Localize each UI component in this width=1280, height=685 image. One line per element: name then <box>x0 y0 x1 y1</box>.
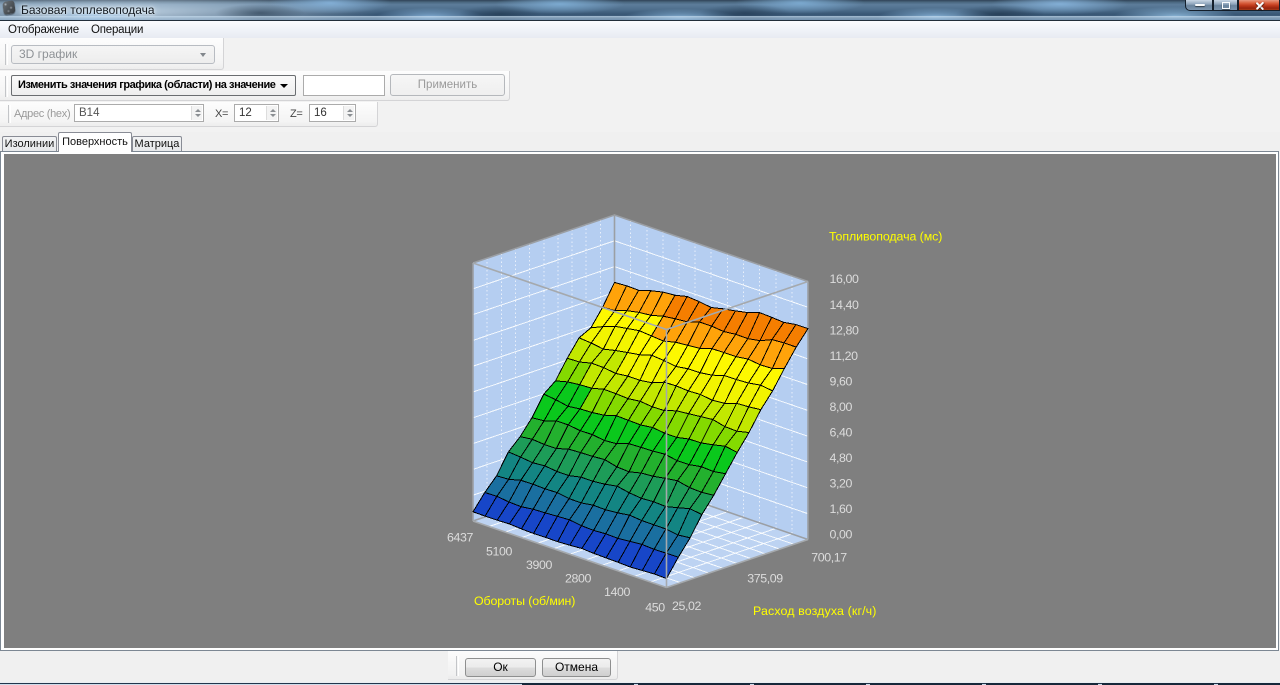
svg-text:450: 450 <box>645 600 665 614</box>
svg-text:1,60: 1,60 <box>830 502 853 516</box>
svg-text:12,80: 12,80 <box>830 323 860 337</box>
svg-text:1400: 1400 <box>604 585 630 599</box>
svg-text:25,02: 25,02 <box>672 599 702 613</box>
svg-text:14,40: 14,40 <box>830 298 860 312</box>
svg-text:Топливоподача (мс): Топливоподача (мс) <box>829 230 942 244</box>
svg-text:Обороты (об/мин): Обороты (об/мин) <box>474 594 575 608</box>
svg-text:4,80: 4,80 <box>830 451 853 465</box>
svg-text:16,00: 16,00 <box>830 272 860 286</box>
svg-text:11,20: 11,20 <box>830 349 859 363</box>
svg-text:5100: 5100 <box>486 545 512 559</box>
svg-text:Расход воздуха (кг/ч): Расход воздуха (кг/ч) <box>753 604 876 618</box>
svg-text:2800: 2800 <box>565 572 591 586</box>
svg-text:9,60: 9,60 <box>830 374 853 388</box>
svg-text:3,20: 3,20 <box>830 477 853 491</box>
svg-text:3900: 3900 <box>526 558 552 572</box>
svg-text:375,09: 375,09 <box>747 572 783 586</box>
svg-text:8,00: 8,00 <box>830 400 853 414</box>
svg-text:0,00: 0,00 <box>830 528 853 542</box>
svg-text:6437: 6437 <box>447 531 473 545</box>
svg-text:700,17: 700,17 <box>811 551 847 565</box>
svg-text:6,40: 6,40 <box>830 426 853 440</box>
